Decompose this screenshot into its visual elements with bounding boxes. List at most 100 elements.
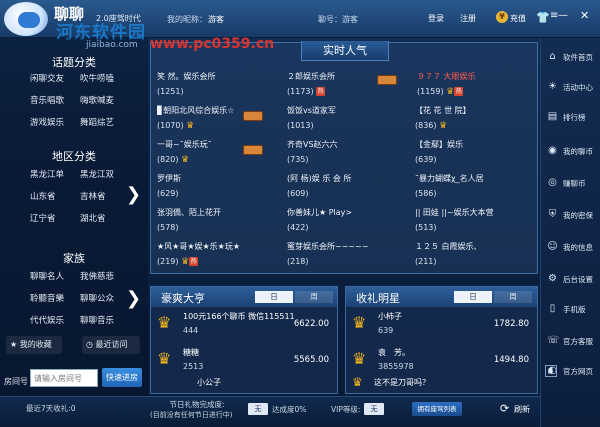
room-count: (1070) ♛ [157, 121, 195, 131]
room-card[interactable]: ˜暴力蝴蝶χ_名人居 (586) [409, 173, 537, 209]
region-item[interactable]: 吉林省 [80, 190, 106, 202]
recent-button[interactable]: ◷ 最近访问 [82, 336, 140, 354]
room-card[interactable]: 你善妹儿★ Play> (422) [281, 207, 409, 243]
topic-title: 话题分类 [52, 56, 96, 69]
app-window: 聊聊 2.0座驾时代 河东软件园 我的昵称： 游客 聊号：游客 登录 注册 ¥ … [0, 0, 600, 427]
room-name: １２５ 白霞娱乐、 [415, 242, 482, 251]
region-more-chevron-icon[interactable]: ❯ [126, 184, 141, 205]
sidebar-item-home[interactable]: ⌂ 软件首页 [541, 48, 600, 68]
topic-item[interactable]: 舞蹈综艺 [80, 116, 114, 128]
room-count: (1251) [157, 87, 184, 96]
rich-id: 2513 [183, 362, 204, 371]
room-name: ˜暴力蝴蝶χ_名人居 [415, 174, 484, 183]
room-count: (1013) [287, 121, 314, 130]
sidebar-item-activity[interactable]: ☀ 活动中心 [541, 78, 600, 98]
room-card[interactable]: 饭饭vs道家军 (1013) [281, 105, 409, 141]
shield-icon: ⛨ [548, 209, 557, 220]
room-card[interactable]: 【金鄢】娱乐 (639) [409, 139, 537, 175]
family-more-chevron-icon[interactable]: ❯ [126, 288, 141, 309]
refresh-button[interactable]: 刷新 [514, 404, 530, 415]
stars-tab-day[interactable]: 日 [454, 291, 492, 303]
rich-tab-day[interactable]: 日 [255, 291, 293, 303]
mobile-icon: ▯ [549, 303, 556, 314]
hot-icon: 热 [189, 257, 199, 266]
room-card[interactable]: １２５ 白霞娱乐、 (211) [409, 241, 537, 277]
room-count: (735) [287, 155, 309, 164]
nickname-value: 游客 [208, 15, 224, 24]
room-card[interactable]: || 田娃 ||~娱乐大本营 (513) [409, 207, 537, 243]
sidebar-item-support[interactable]: ☏ 官方客服 [541, 332, 600, 352]
bus-icon [243, 145, 263, 155]
room-count: (1173) 热 [287, 87, 326, 96]
star-name: 袁 芳。 [378, 348, 410, 357]
rich-ranking-panel: 豪爽大亨 日 周 ♛ 100元166个聊币 微信115511 444 6622.… [150, 286, 338, 394]
region-item[interactable]: 山东省 [30, 190, 56, 202]
room-card[interactable]: 齐奇VS赵六六 (735) [281, 139, 409, 175]
room-card[interactable]: ９７７ 大眼娱乐 (1159) ♛热 [377, 71, 537, 107]
room-name: 罗伊斯 [157, 174, 181, 183]
room-card[interactable]: 蜜芽娱乐会所~~~~~ (218) [281, 241, 409, 277]
sidebar-item-settings[interactable]: ⚙ 后台设置 [541, 270, 600, 290]
stars-tab-week[interactable]: 周 [494, 291, 532, 303]
recharge-button[interactable]: 充值 [510, 13, 526, 24]
room-count: (513) [415, 223, 437, 232]
login-button[interactable]: 登录 [428, 13, 444, 24]
close-icon[interactable]: ✕ [580, 9, 589, 22]
region-item[interactable]: 湖北省 [80, 212, 106, 224]
star-row[interactable]: ♛ 这不是刀哥吗？ [346, 375, 537, 393]
sidebar-item-mobile[interactable]: ▯ 手机版 [541, 300, 600, 320]
topic-item[interactable]: 音乐唱歌 [30, 94, 64, 106]
user-icon: ☺ [547, 241, 558, 252]
room-card[interactable]: (阿 杨)娱 乐 会 所 (609) [281, 173, 409, 209]
refresh-icon[interactable]: ⟳ [500, 402, 509, 415]
minimize-icon[interactable]: — [558, 10, 568, 21]
family-item[interactable]: 我佛慈悲 [80, 270, 114, 282]
rich-row[interactable]: ♛ 100元166个聊币 微信115511 444 6622.00 [151, 309, 337, 341]
room-name: 张羽僑、陌上花开 [157, 208, 221, 217]
topic-item[interactable]: 游戏娱乐 [30, 116, 64, 128]
sidebar-item-coins[interactable]: ◉ 我的聊币 [541, 142, 600, 162]
vip-label: VIP等级: [331, 405, 361, 414]
family-item[interactable]: 聊聊名人 [30, 270, 64, 282]
room-card[interactable]: 张羽僑、陌上花开 (578) [151, 207, 279, 243]
vehicle-list-button[interactable]: 拥有座驾列表 [412, 402, 462, 416]
region-item[interactable]: 辽宁省 [30, 212, 56, 224]
sidebar-item-ranking[interactable]: ▤ 排行榜 [541, 108, 600, 128]
coin-icon: ¥ [496, 11, 508, 23]
star-row[interactable]: ♛ 袁 芳。 3855978 1494.80 [346, 345, 537, 377]
rich-name: 小公子 [197, 378, 221, 387]
earn-icon: ◎ [548, 177, 557, 188]
crown-icon: ♛ [446, 87, 455, 97]
topic-item[interactable]: 嗨歌喊麦 [80, 94, 114, 106]
sidebar-item-security[interactable]: ⛨ 我的密保 [541, 206, 600, 226]
family-item[interactable]: 聊聊音乐 [80, 314, 114, 326]
room-card[interactable]: ★风★哥★娱★乐★玩★ (219) ♛热 [151, 241, 279, 277]
room-name: || 田娃 ||~娱乐大本营 [415, 208, 494, 217]
rich-row[interactable]: 小公子 [151, 378, 337, 393]
topic-item[interactable]: 闲聊交友 [30, 72, 64, 84]
room-card[interactable]: 笑 然。娱乐会所 (1251) [151, 71, 279, 107]
room-count: (211) [415, 257, 437, 266]
star-row[interactable]: ♛ 小柿子 639 1782.80 [346, 309, 537, 341]
clock-icon: ◷ [86, 340, 96, 349]
bus-icon [243, 111, 263, 121]
sidebar-item-profile[interactable]: ☺ 我的信息 [541, 238, 600, 258]
favorites-button[interactable]: ★ 我的收藏 [6, 336, 62, 354]
room-number-input[interactable] [30, 369, 98, 387]
room-card[interactable]: 【花 花 世 院】 (836) ♛ [409, 105, 537, 141]
room-count: (586) [415, 189, 437, 198]
region-item[interactable]: 黑龙江双 [80, 168, 114, 180]
register-button[interactable]: 注册 [460, 13, 476, 24]
topic-item[interactable]: 吹牛唠嗑 [80, 72, 114, 84]
region-item[interactable]: 黑龙江单 [30, 168, 64, 180]
family-item[interactable]: 聊聊公众 [80, 292, 114, 304]
family-item[interactable]: 代代娱乐 [30, 314, 64, 326]
sidebar-item-earn[interactable]: ◎ 赚聊币 [541, 174, 600, 194]
family-item[interactable]: 聆聽音樂 [30, 292, 64, 304]
room-card[interactable]: 罗伊斯 (629) [151, 173, 279, 209]
expand-arrow-icon[interactable]: ▶ [545, 365, 557, 377]
rich-tab-week[interactable]: 周 [295, 291, 333, 303]
rich-row[interactable]: ♛ 糖糖 2513 5565.00 [151, 345, 337, 377]
skin-icon[interactable]: 👕 [536, 11, 550, 24]
quick-enter-button[interactable]: 快速进房 [102, 368, 142, 387]
